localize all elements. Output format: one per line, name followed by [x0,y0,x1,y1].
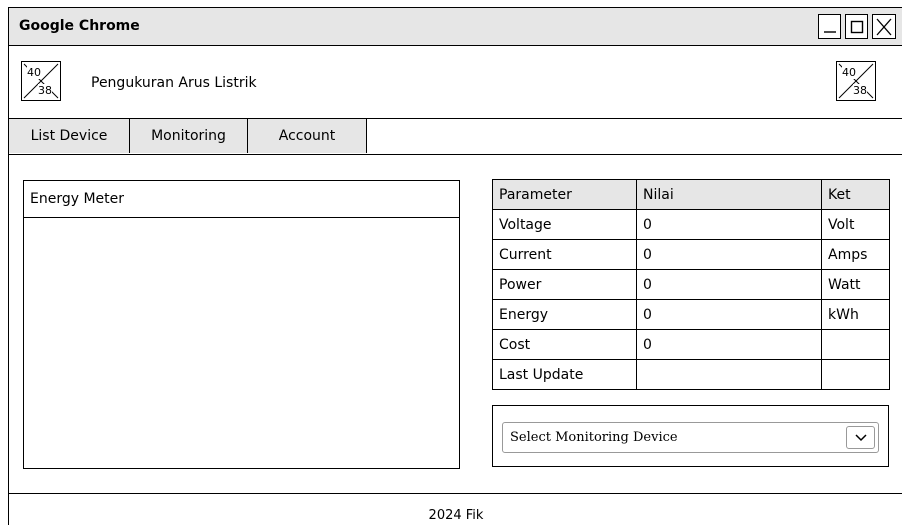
browser-window: Google Chrome 40 38 Pengukuran Arus List… [8,7,902,525]
cell-value: 0 [636,209,822,240]
nav-tabs: List Device Monitoring Account [9,119,902,155]
tab-list-device[interactable]: List Device [9,119,130,153]
cell-unit: kWh [821,299,890,330]
title-bar: Google Chrome [9,8,902,46]
cell-parameter: Cost [492,329,637,360]
cell-unit [821,359,890,390]
device-select[interactable]: Select Monitoring Device [502,422,879,453]
table-row: Voltage 0 Volt [492,209,890,240]
device-select-container: Select Monitoring Device [492,405,889,467]
table-row: Power 0 Watt [492,269,890,300]
chevron-down-icon [854,433,867,441]
minimize-button[interactable] [818,14,841,39]
close-icon [876,18,892,35]
cell-unit [821,329,890,360]
column-header-nilai: Nilai [636,179,822,210]
logo-bottom-number: 38 [38,84,52,97]
table-row: Last Update [492,359,890,390]
minimize-icon [823,30,836,33]
footer-text: 2024 Fik [428,508,484,523]
cell-value [636,359,822,390]
maximize-button[interactable] [845,14,868,39]
cell-value: 0 [636,299,822,330]
cell-value: 0 [636,269,822,300]
cell-unit: Amps [821,239,890,270]
tab-monitoring[interactable]: Monitoring [130,119,248,153]
cell-parameter: Voltage [492,209,637,240]
cell-value: 0 [636,329,822,360]
logo-bottom-number: 38 [853,84,867,97]
column-header-ket: Ket [821,179,890,210]
cell-parameter: Last Update [492,359,637,390]
parameter-table: Parameter Nilai Ket Voltage 0 Volt Curre… [492,179,890,390]
dropdown-button[interactable] [846,426,875,449]
logo-placeholder-right: 40 38 [836,61,876,101]
panel-divider [24,217,459,218]
panel-title: Energy Meter [30,191,125,207]
device-select-value: Select Monitoring Device [510,430,678,445]
tab-account[interactable]: Account [248,119,367,153]
cell-parameter: Energy [492,299,637,330]
table-row: Cost 0 [492,329,890,360]
cell-value: 0 [636,239,822,270]
cell-unit: Volt [821,209,890,240]
table-header-row: Parameter Nilai Ket [492,179,890,210]
close-button[interactable] [872,14,896,39]
app-title: Pengukuran Arus Listrik [91,75,257,91]
footer-divider [9,493,902,494]
energy-meter-panel: Energy Meter [23,180,460,469]
table-row: Current 0 Amps [492,239,890,270]
app-header: 40 38 Pengukuran Arus Listrik 40 38 [9,46,902,119]
logo-top-number: 40 [27,66,41,79]
table-row: Energy 0 kWh [492,299,890,330]
cell-unit: Watt [821,269,890,300]
cell-parameter: Current [492,239,637,270]
maximize-icon [850,20,863,33]
logo-top-number: 40 [842,66,856,79]
column-header-parameter: Parameter [492,179,637,210]
window-title: Google Chrome [19,18,140,34]
logo-placeholder-left: 40 38 [21,61,61,101]
cell-parameter: Power [492,269,637,300]
